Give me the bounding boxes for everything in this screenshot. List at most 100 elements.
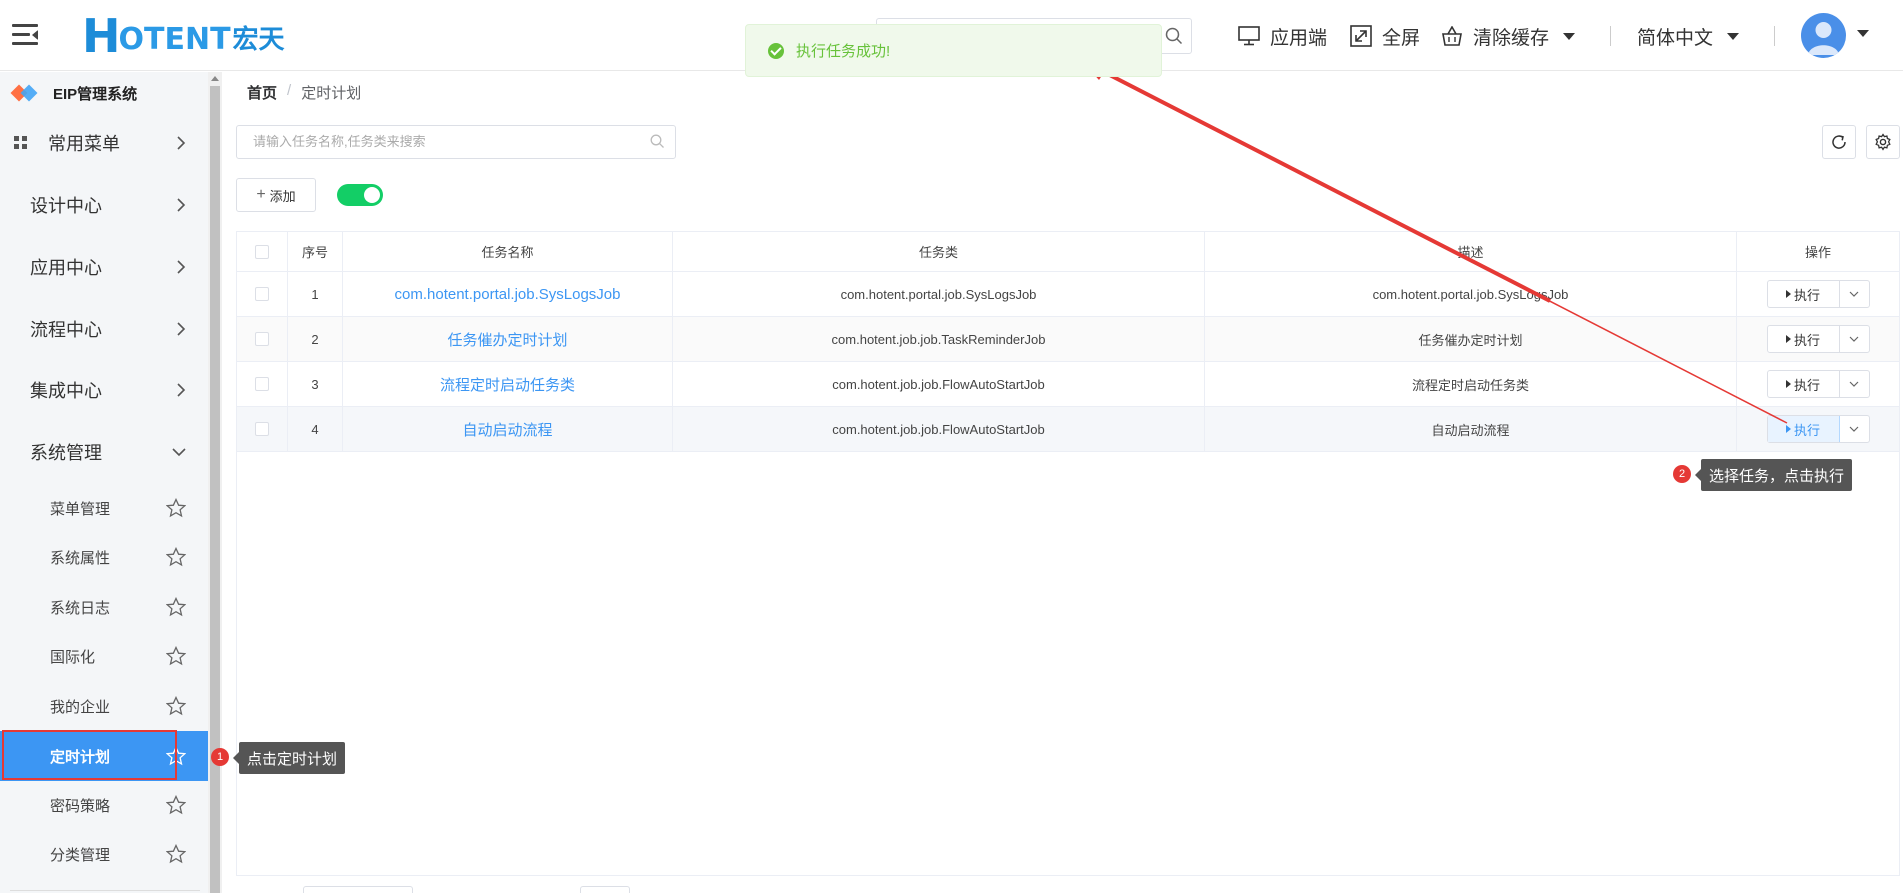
task-name-link[interactable]: 任务催办定时计划 bbox=[447, 329, 567, 350]
sidebar-item-category-management[interactable]: 分类管理 bbox=[0, 832, 208, 876]
scroll-up-icon[interactable] bbox=[211, 76, 219, 81]
sidebar-item-common-menu[interactable]: 常用菜单 bbox=[0, 128, 208, 158]
execute-dropdown[interactable] bbox=[1840, 336, 1869, 342]
row-index: 4 bbox=[288, 407, 343, 451]
fullscreen-button[interactable]: 全屏 bbox=[1350, 22, 1420, 50]
scrollbar-thumb[interactable] bbox=[210, 86, 220, 893]
app-window: H OTENT 宏天 应用端 全屏 清除缓存 简体中文 执行任务成功! EIP管… bbox=[0, 0, 1903, 893]
sidebar-item-i18n[interactable]: 国际化 bbox=[0, 634, 208, 678]
star-icon[interactable] bbox=[166, 696, 186, 716]
play-icon bbox=[1785, 335, 1791, 343]
execute-button[interactable]: 执行 bbox=[1767, 416, 1840, 442]
page-size-select[interactable] bbox=[303, 886, 413, 893]
task-class: com.hotent.job.job.FlowAutoStartJob bbox=[673, 407, 1205, 451]
row-index: 1 bbox=[288, 272, 343, 316]
star-icon[interactable] bbox=[166, 646, 186, 666]
grid-icon bbox=[14, 136, 27, 149]
row-index: 3 bbox=[288, 362, 343, 406]
chevron-right-icon bbox=[177, 136, 186, 150]
chevron-down-icon bbox=[1849, 381, 1859, 387]
chevron-down-icon[interactable] bbox=[1857, 30, 1869, 37]
sidebar-item-password-policy[interactable]: 密码策略 bbox=[0, 783, 208, 827]
play-icon bbox=[1785, 380, 1791, 388]
task-name-link[interactable]: 自动启动流程 bbox=[462, 419, 552, 440]
row-checkbox[interactable] bbox=[255, 332, 269, 346]
chevron-down-icon bbox=[172, 448, 186, 457]
star-icon[interactable] bbox=[166, 795, 186, 815]
menu-toggle-icon[interactable] bbox=[12, 24, 38, 46]
search-placeholder: 请输入任务名称,任务类来搜索 bbox=[253, 134, 426, 149]
sidebar-item-system-properties[interactable]: 系统属性 bbox=[0, 535, 208, 579]
eip-logo-icon bbox=[10, 84, 39, 102]
breadcrumb-home[interactable]: 首页 bbox=[247, 82, 277, 103]
sidebar-item-system-management[interactable]: 系统管理 bbox=[0, 437, 208, 467]
row-checkbox[interactable] bbox=[255, 287, 269, 301]
row-checkbox[interactable] bbox=[255, 422, 269, 436]
star-icon[interactable] bbox=[166, 498, 186, 518]
chevron-down-icon bbox=[1727, 32, 1740, 40]
header-description: 描述 bbox=[1205, 232, 1737, 271]
sidebar-item-my-enterprise[interactable]: 我的企业 bbox=[0, 684, 208, 728]
search-icon[interactable] bbox=[650, 134, 665, 149]
user-icon bbox=[1808, 22, 1839, 55]
sidebar-item-system-logs[interactable]: 系统日志 bbox=[0, 585, 208, 629]
chevron-down-icon bbox=[1849, 291, 1859, 297]
sidebar-item-integration-center[interactable]: 集成中心 bbox=[0, 375, 208, 405]
sidebar-divider bbox=[10, 890, 200, 891]
task-description: 流程定时启动任务类 bbox=[1205, 362, 1737, 406]
select-all-checkbox[interactable] bbox=[255, 244, 269, 259]
breadcrumb-separator: / bbox=[287, 82, 292, 99]
basket-icon bbox=[1442, 26, 1462, 46]
task-class: com.hotent.portal.job.SysLogsJob bbox=[673, 272, 1205, 316]
refresh-button[interactable] bbox=[1822, 125, 1856, 159]
user-avatar[interactable] bbox=[1801, 13, 1846, 58]
task-description: 自动启动流程 bbox=[1205, 407, 1737, 451]
execute-dropdown[interactable] bbox=[1840, 426, 1869, 432]
chevron-down-icon bbox=[1849, 426, 1859, 432]
plus-icon: + bbox=[256, 186, 266, 203]
execute-dropdown[interactable] bbox=[1840, 291, 1869, 297]
language-select[interactable]: 简体中文 bbox=[1637, 22, 1740, 50]
header-divider bbox=[1610, 26, 1611, 46]
sidebar-item-app-center[interactable]: 应用中心 bbox=[0, 252, 208, 282]
sidebar-item-flow-center[interactable]: 流程中心 bbox=[0, 314, 208, 344]
step-2-tooltip: 选择任务，点击执行 bbox=[1694, 459, 1853, 491]
add-button[interactable]: + 添加 bbox=[236, 178, 316, 212]
row-index: 2 bbox=[288, 317, 343, 361]
enable-toggle[interactable] bbox=[337, 184, 383, 206]
star-icon[interactable] bbox=[166, 844, 186, 864]
star-icon[interactable] bbox=[166, 547, 186, 567]
execute-split-button: 执行 bbox=[1766, 325, 1870, 353]
search-icon[interactable] bbox=[1165, 27, 1183, 45]
step-1-tooltip: 点击定时计划 bbox=[232, 742, 346, 774]
settings-button[interactable] bbox=[1866, 125, 1900, 159]
execute-button[interactable]: 执行 bbox=[1768, 326, 1840, 352]
sidebar-item-design-center[interactable]: 设计中心 bbox=[0, 190, 208, 220]
chevron-down-icon bbox=[1849, 336, 1859, 342]
star-icon[interactable] bbox=[166, 597, 186, 617]
sidebar-item-menu-management[interactable]: 菜单管理 bbox=[0, 486, 208, 530]
table-header-row: 序号 任务名称 任务类 描述 操作 bbox=[237, 232, 1899, 272]
execute-dropdown[interactable] bbox=[1840, 381, 1869, 387]
monitor-icon bbox=[1238, 26, 1260, 46]
header-select-all[interactable] bbox=[237, 232, 288, 271]
step-1-badge: 1 bbox=[211, 748, 229, 766]
task-description: 任务催办定时计划 bbox=[1205, 317, 1737, 361]
execute-button[interactable]: 执行 bbox=[1768, 281, 1840, 307]
execute-button[interactable]: 执行 bbox=[1768, 371, 1840, 397]
sidebar-scrollbar[interactable] bbox=[208, 72, 222, 893]
chevron-right-icon bbox=[177, 198, 186, 212]
task-search-input[interactable]: 请输入任务名称,任务类来搜索 bbox=[236, 125, 676, 159]
breadcrumb: 首页 / 定时计划 bbox=[247, 82, 361, 103]
table-row: 1 com.hotent.portal.job.SysLogsJob com.h… bbox=[237, 272, 1899, 317]
app-client-button[interactable]: 应用端 bbox=[1238, 22, 1327, 50]
chevron-down-icon bbox=[1563, 32, 1576, 40]
execute-split-button: 执行 bbox=[1766, 415, 1870, 443]
task-name-link[interactable]: com.hotent.portal.job.SysLogsJob bbox=[395, 286, 621, 303]
page-jump-input[interactable] bbox=[580, 886, 630, 893]
header-operations: 操作 bbox=[1804, 245, 1831, 260]
clear-cache-button[interactable]: 清除缓存 bbox=[1441, 22, 1576, 50]
task-name-link[interactable]: 流程定时启动任务类 bbox=[440, 374, 575, 395]
header-task-class: 任务类 bbox=[673, 232, 1205, 271]
row-checkbox[interactable] bbox=[255, 377, 269, 391]
